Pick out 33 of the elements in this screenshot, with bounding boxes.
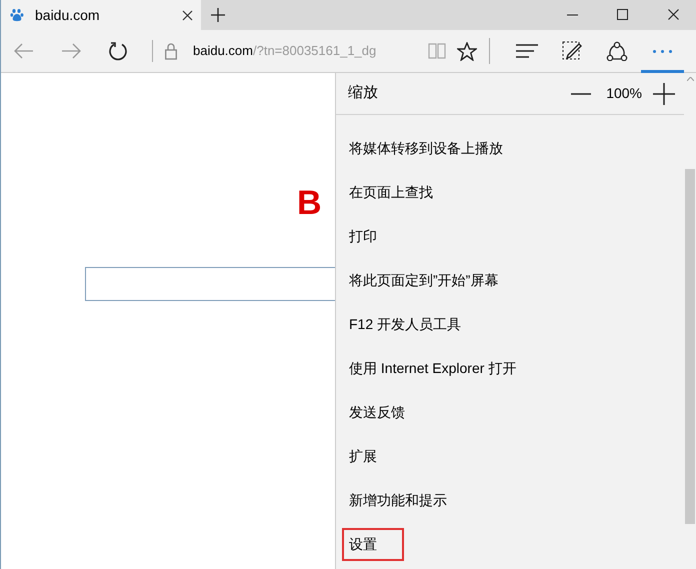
maximize-icon[interactable]: [617, 9, 628, 20]
new-tab-icon[interactable]: [211, 8, 225, 22]
menu-item[interactable]: 打印: [342, 220, 384, 252]
menu-item[interactable]: 将此页面定到”开始”屏幕: [342, 264, 506, 296]
zoom-value: 100%: [606, 84, 642, 103]
star-icon[interactable]: [457, 42, 477, 60]
plus-icon[interactable]: [653, 82, 675, 104]
close-icon[interactable]: [182, 10, 193, 20]
pen-icon[interactable]: [562, 41, 582, 61]
forward-icon[interactable]: [61, 43, 81, 59]
zoom-label: 缩放: [348, 83, 379, 104]
back-icon[interactable]: [14, 43, 34, 59]
menu-item[interactable]: 使用 Internet Explorer 打开: [342, 352, 524, 384]
menu-item[interactable]: 新增功能和提示: [342, 484, 454, 516]
minus-icon[interactable]: [571, 92, 592, 94]
search-field[interactable]: [85, 267, 335, 301]
paw-icon: [10, 8, 24, 22]
menu-item[interactable]: 发送反馈: [342, 396, 412, 428]
lock-icon: [165, 42, 177, 60]
menu-item[interactable]: F12 开发人员工具: [342, 308, 468, 340]
logo-text: B: [297, 186, 321, 220]
more-icon: [653, 50, 672, 52]
refresh-icon[interactable]: [108, 41, 128, 61]
address-field[interactable]: baidu.com/?tn=80035161_1_dg: [193, 41, 413, 61]
menu-item[interactable]: 在页面上查找: [342, 176, 440, 208]
lines-icon[interactable]: [516, 44, 538, 58]
share-icon[interactable]: [606, 41, 628, 61]
minimize-icon[interactable]: [567, 14, 578, 16]
menu-item[interactable]: 将媒体转移到设备上播放: [342, 132, 510, 164]
close-icon[interactable]: [668, 9, 679, 20]
menu-item[interactable]: 扩展: [342, 440, 384, 472]
scroll-up-icon[interactable]: [686, 77, 694, 81]
menu-item[interactable]: 设置: [342, 528, 404, 560]
